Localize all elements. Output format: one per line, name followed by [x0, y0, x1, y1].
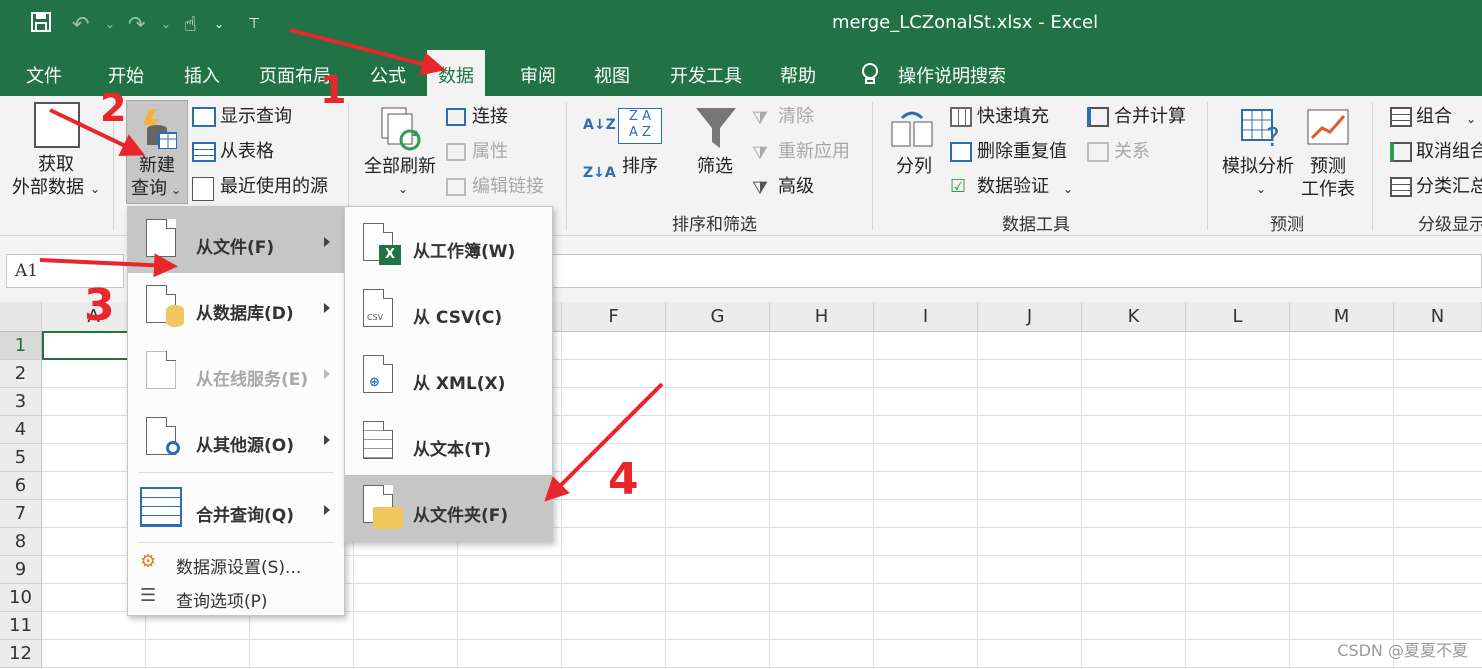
annotation-number-3: 3 — [84, 280, 115, 331]
annotation-arrow-1 — [289, 28, 446, 76]
annotation-arrow-3 — [39, 253, 178, 278]
annotation-arrow-4 — [544, 382, 664, 502]
watermark: CSDN @夏夏不夏 — [1337, 641, 1468, 660]
annotation-number-1: 1 — [320, 68, 347, 112]
annotation-number-2: 2 — [100, 86, 127, 130]
annotation-number-4: 4 — [608, 454, 639, 505]
annotation-arrows — [39, 28, 664, 502]
